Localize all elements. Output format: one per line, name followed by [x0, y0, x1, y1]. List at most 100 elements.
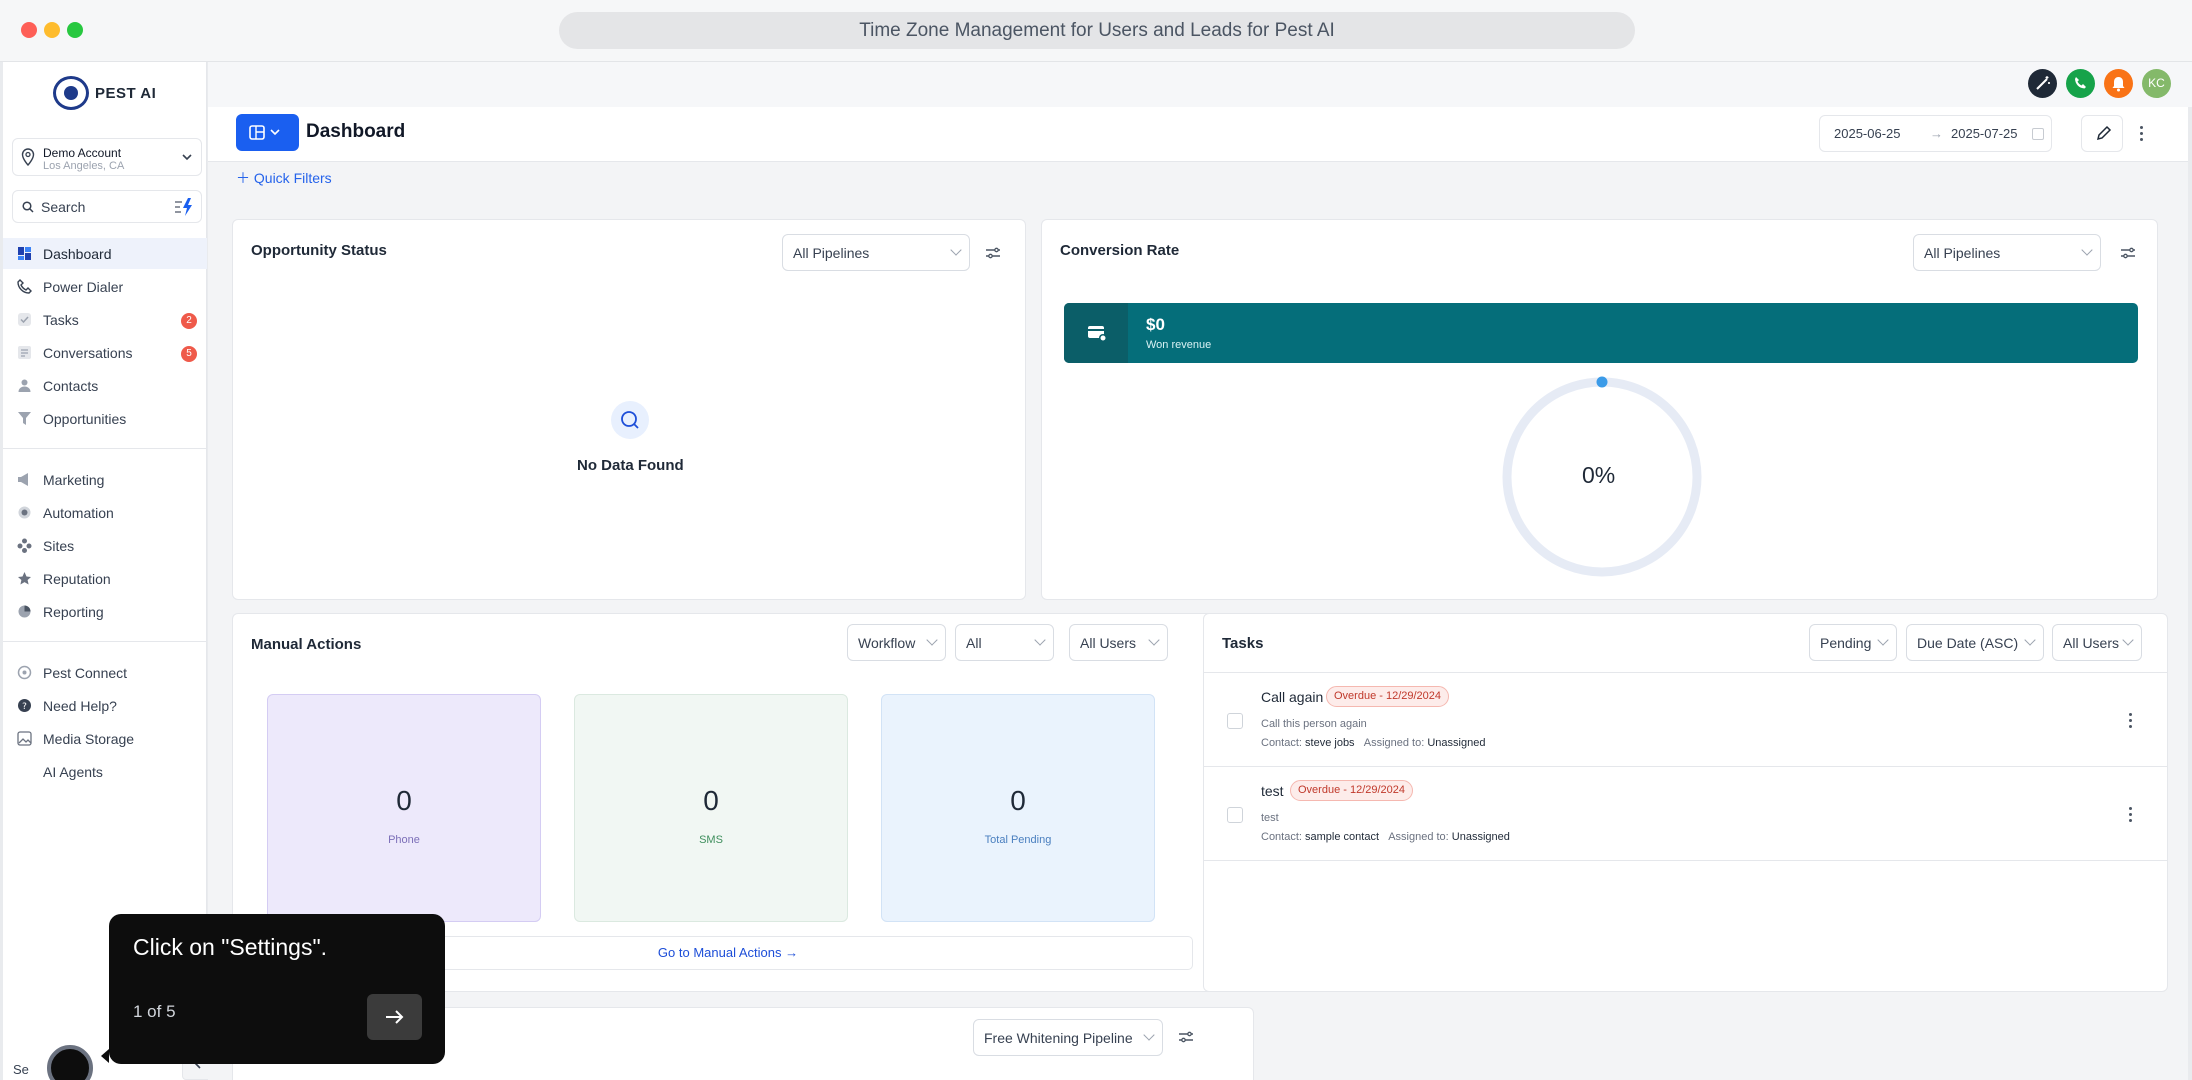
dashboard-switcher-button[interactable]	[236, 114, 299, 151]
no-data-search-icon	[611, 401, 649, 439]
card-title: Conversion Rate	[1060, 242, 1180, 259]
users-select[interactable]: All Users	[1069, 624, 1168, 661]
user-avatar[interactable]: KC	[2142, 69, 2171, 98]
chevron-down-icon	[2122, 634, 2134, 646]
task-row[interactable]: Call again Overdue - 12/29/2024 Call thi…	[1204, 673, 2167, 767]
task-checkbox[interactable]	[1227, 713, 1243, 729]
task-contact[interactable]: sample contact	[1305, 831, 1379, 843]
sidebar-item-opportunities[interactable]: Opportunities	[3, 403, 207, 434]
sidebar-item-label: Opportunities	[43, 411, 127, 427]
sms-stat-tile[interactable]: 0 SMS	[574, 694, 848, 922]
pipeline-select[interactable]: All Pipelines	[782, 234, 970, 271]
card-title: Manual Actions	[251, 636, 362, 653]
sidebar-item-tasks[interactable]: Tasks 2	[3, 304, 207, 335]
task-users-select[interactable]: All Users	[2052, 624, 2142, 661]
sms-label: SMS	[699, 834, 723, 846]
date-range-picker[interactable]: 2025-06-25 → 2025-07-25	[1819, 115, 2052, 152]
chevron-down-icon	[1034, 634, 1046, 646]
edit-dashboard-button[interactable]	[2081, 115, 2123, 152]
minimize-window-button[interactable]	[44, 22, 60, 38]
task-title: Call again	[1261, 689, 1324, 705]
sidebar-item-label: Power Dialer	[43, 279, 124, 295]
sidebar-item-label: Media Storage	[43, 731, 135, 747]
sidebar-item-automation[interactable]: Automation	[3, 497, 207, 528]
sidebar-item-settings[interactable]: Se	[13, 1062, 29, 1077]
maximize-window-button[interactable]	[67, 22, 83, 38]
image-icon	[17, 731, 32, 746]
magic-wand-button[interactable]	[2028, 69, 2057, 98]
sidebar-item-reporting[interactable]: Reporting	[3, 596, 207, 627]
total-pending-stat-tile[interactable]: 0 Total Pending	[881, 694, 1155, 922]
sidebar-item-dashboard[interactable]: Dashboard	[3, 238, 207, 269]
quick-action-bolt-icon[interactable]	[173, 196, 195, 218]
date-end[interactable]: 2025-07-25	[1951, 126, 2029, 141]
select-value: Free Whitening Pipeline	[984, 1030, 1133, 1046]
search-input[interactable]: Search	[41, 199, 85, 215]
sidebar-item-need-help[interactable]: ? Need Help?	[3, 690, 207, 721]
pipeline-select[interactable]: Free Whitening Pipeline	[973, 1019, 1163, 1056]
check-icon	[18, 313, 31, 326]
quick-filters-link[interactable]: ＋ Quick Filters	[236, 168, 332, 188]
task-sort-select[interactable]: Due Date (ASC)	[1906, 624, 2044, 661]
location-pin-icon	[21, 148, 35, 166]
workflow-select[interactable]: Workflow	[847, 624, 946, 661]
account-switcher[interactable]: Demo Account Los Angeles, CA	[12, 138, 202, 176]
filter-settings-icon[interactable]	[2120, 246, 2136, 260]
sidebar-item-media-storage[interactable]: Media Storage	[3, 723, 207, 754]
task-row[interactable]: test Overdue - 12/29/2024 test Contact: …	[1204, 767, 2167, 861]
task-checkbox[interactable]	[1227, 807, 1243, 823]
date-start[interactable]: 2025-06-25	[1834, 126, 1901, 141]
select-value: Pending	[1820, 635, 1872, 651]
sidebar-item-label: Automation	[43, 505, 114, 521]
select-value: All	[966, 635, 982, 651]
conversations-count-badge: 5	[181, 346, 197, 362]
sidebar-item-label: Tasks	[43, 312, 79, 328]
tour-next-button[interactable]	[367, 994, 422, 1040]
status-select[interactable]: All	[955, 624, 1054, 661]
tasks-card: Tasks Pending Due Date (ASC) All Users C…	[1203, 613, 2168, 992]
help-icon: ?	[18, 699, 31, 712]
svg-text:?: ?	[22, 702, 27, 712]
sms-count: 0	[703, 785, 719, 816]
sidebar-search[interactable]: Search	[12, 190, 202, 223]
call-button[interactable]	[2066, 69, 2095, 98]
task-status-select[interactable]: Pending	[1809, 624, 1897, 661]
conversion-percent: 0%	[1582, 462, 1616, 488]
logo: PEST AI	[53, 76, 156, 110]
sidebar-item-marketing[interactable]: Marketing	[3, 464, 207, 495]
task-meta: Contact: steve jobs Assigned to: Unassig…	[1261, 737, 1486, 749]
sites-icon	[17, 538, 32, 553]
sidebar-item-power-dialer[interactable]: Power Dialer	[3, 271, 207, 302]
pipeline-select[interactable]: All Pipelines	[1913, 234, 2101, 271]
megaphone-icon	[18, 473, 28, 486]
sidebar-divider	[3, 641, 207, 642]
logo-text: PEST AI	[95, 84, 157, 102]
sidebar-item-contacts[interactable]: Contacts	[3, 370, 207, 401]
filter-settings-icon[interactable]	[985, 246, 1001, 260]
top-bar	[208, 62, 2192, 107]
phone-count: 0	[396, 785, 412, 816]
won-revenue-value: $0	[1146, 315, 1165, 334]
phone-stat-tile[interactable]: 0 Phone	[267, 694, 541, 922]
sidebar-item-ai-agents[interactable]: AI Agents	[3, 756, 207, 787]
task-contact[interactable]: steve jobs	[1305, 737, 1355, 749]
notifications-button[interactable]	[2104, 69, 2133, 98]
connect-icon	[17, 665, 32, 680]
close-window-button[interactable]	[21, 22, 37, 38]
task-more-icon[interactable]	[2129, 713, 2133, 731]
sidebar-item-reputation[interactable]: Reputation	[3, 563, 207, 594]
opportunity-status-card: Opportunity Status All Pipelines No Data…	[232, 219, 1026, 600]
pencil-icon	[2096, 125, 2112, 141]
task-description: Call this person again	[1261, 718, 1367, 730]
sidebar-item-sites[interactable]: Sites	[3, 530, 207, 561]
tasks-count-badge: 2	[181, 313, 197, 329]
search-icon	[22, 201, 34, 213]
task-assignee: Unassigned	[1451, 831, 1510, 843]
filter-settings-icon[interactable]	[1178, 1030, 1194, 1044]
sidebar-item-label: Dashboard	[43, 246, 112, 262]
sidebar-item-conversations[interactable]: Conversations 5	[3, 337, 207, 368]
task-title: test	[1261, 783, 1284, 799]
task-more-icon[interactable]	[2129, 807, 2133, 825]
sidebar-item-pest-connect[interactable]: Pest Connect	[3, 657, 207, 688]
more-options-icon[interactable]	[2140, 126, 2144, 144]
